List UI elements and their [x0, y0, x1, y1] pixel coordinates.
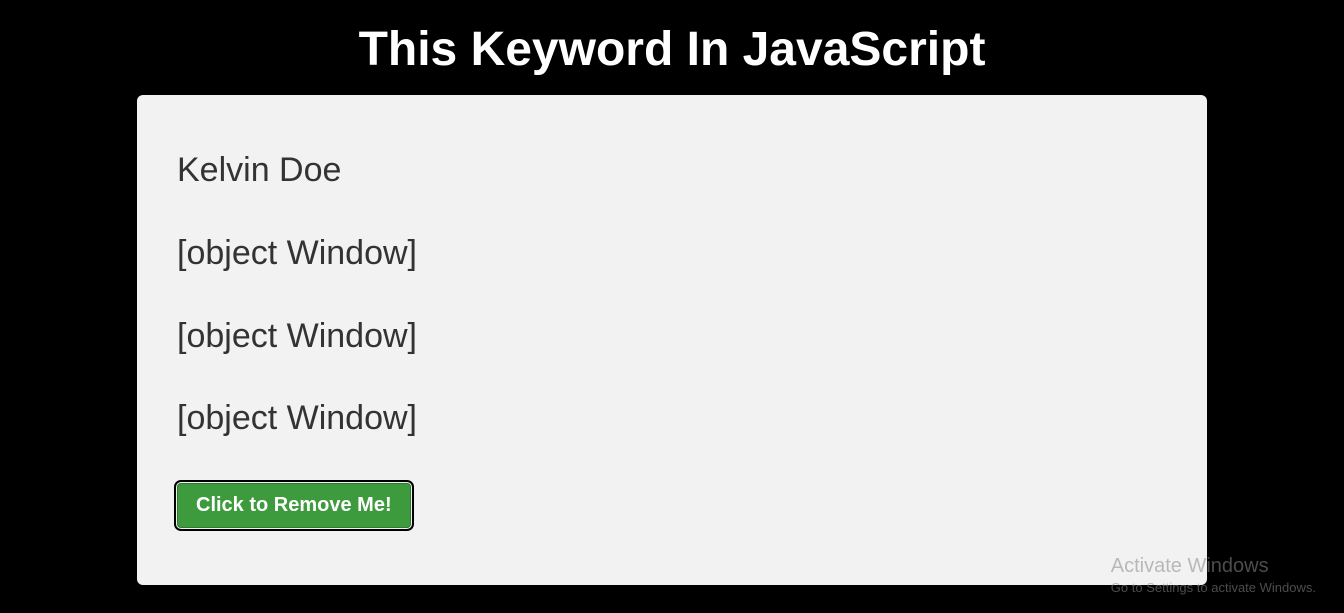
output-line-1: Kelvin Doe [177, 150, 1167, 191]
page-title: This Keyword In JavaScript [0, 0, 1344, 95]
content-card: Kelvin Doe [object Window] [object Windo… [137, 95, 1207, 585]
windows-activation-watermark: Activate Windows Go to Settings to activ… [1111, 555, 1316, 595]
output-line-4: [object Window] [177, 398, 1167, 439]
remove-button[interactable]: Click to Remove Me! [177, 483, 411, 528]
output-line-2: [object Window] [177, 233, 1167, 274]
watermark-title: Activate Windows [1111, 555, 1316, 578]
output-line-3: [object Window] [177, 316, 1167, 357]
watermark-subtitle: Go to Settings to activate Windows. [1111, 580, 1316, 595]
